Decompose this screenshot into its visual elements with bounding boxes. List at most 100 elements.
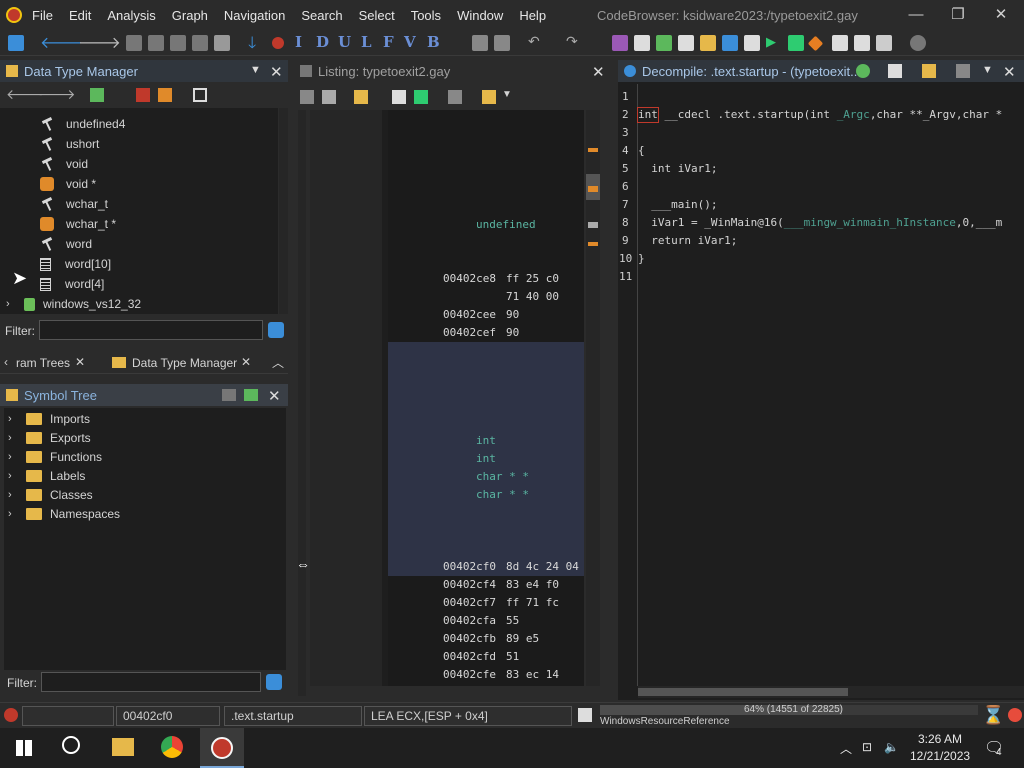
filter-options-icon[interactable] [266, 674, 282, 690]
archive-item[interactable]: › windows_vs12_32 [6, 294, 141, 314]
memory-map-icon[interactable] [634, 35, 650, 51]
patch-icon[interactable] [494, 35, 510, 51]
navigate-icon[interactable] [126, 35, 142, 51]
code-line[interactable]: iVar1 = _WinMain@16(___mingw_winmain_hIn… [638, 216, 1002, 229]
data-type-item[interactable]: word [40, 234, 92, 254]
toggle-header-icon[interactable] [414, 90, 428, 104]
magnifier-icon[interactable] [910, 35, 926, 51]
minimize-button[interactable]: — [905, 4, 927, 26]
copy-icon[interactable] [300, 90, 314, 104]
undo-icon[interactable]: ↶ [528, 33, 544, 49]
folder-icon[interactable] [700, 35, 716, 51]
chevron-up-icon[interactable]: ︿ [272, 354, 284, 371]
tab-program-trees[interactable]: ram Trees [16, 356, 70, 370]
error-icon[interactable] [1008, 708, 1022, 722]
address[interactable]: 00402cfd [443, 650, 496, 663]
refresh-icon[interactable] [656, 35, 672, 51]
data-type-item[interactable]: undefined4 [40, 114, 125, 134]
horizontal-scrollbar[interactable] [638, 686, 1024, 698]
close-window-button[interactable]: ✕ [990, 4, 1012, 26]
data-type-item[interactable]: ushort [40, 134, 99, 154]
filter-arrays-icon[interactable] [158, 88, 172, 102]
close-tab-icon[interactable]: ✕ [241, 355, 251, 369]
code-line[interactable]: return iVar1; [638, 234, 737, 247]
code-line[interactable]: } [638, 252, 645, 265]
filter-input[interactable] [41, 672, 261, 692]
edit-icon[interactable] [578, 708, 592, 722]
code-line[interactable]: int iVar1; [638, 162, 717, 175]
toolbar-letter-l[interactable]: L [361, 33, 372, 51]
close-icon[interactable]: ✕ [1003, 63, 1016, 81]
data-type-item[interactable]: word[10] [40, 254, 111, 274]
snapshot-icon[interactable] [448, 90, 462, 104]
menu-navigation[interactable]: Navigation [224, 8, 285, 23]
panel-menu-icon[interactable]: ▼ [982, 64, 993, 76]
code-line[interactable]: ___main(); [638, 198, 717, 211]
address[interactable]: 00402cee [443, 308, 496, 321]
search-icon[interactable] [62, 736, 80, 754]
toolbar-letter-b[interactable]: B [427, 33, 440, 51]
data-type-item[interactable]: wchar_t * [40, 214, 116, 234]
scroll-thumb[interactable] [638, 688, 848, 696]
symbol-item-classes[interactable]: › Classes [8, 485, 93, 505]
toolbar-letter-i[interactable]: I [295, 33, 302, 51]
redo-icon[interactable]: ↷ [566, 33, 582, 49]
tab-data-type-manager[interactable]: Data Type Manager [132, 356, 237, 370]
splitter[interactable] [298, 110, 306, 696]
symbol-item-functions[interactable]: › Functions [8, 447, 102, 467]
stop-icon[interactable] [272, 37, 284, 49]
file-explorer-icon[interactable] [112, 738, 134, 756]
chevron-right-icon[interactable]: › [8, 451, 16, 463]
clock-date[interactable]: 12/21/2023 [910, 749, 970, 763]
close-icon[interactable]: ✕ [268, 387, 281, 405]
collapse-all-icon[interactable] [193, 88, 207, 102]
data-type-item[interactable]: wchar_t [40, 194, 108, 214]
chevron-up-icon[interactable]: ︿ [840, 740, 852, 757]
address[interactable]: 00402cef [443, 326, 496, 339]
scroll-left-icon[interactable]: ‹ [4, 355, 8, 369]
snapshot-icon[interactable] [956, 64, 970, 78]
tree-icon[interactable] [876, 35, 892, 51]
chevron-right-icon[interactable]: › [6, 298, 14, 310]
navigate-icon-5[interactable] [214, 35, 230, 51]
display-options-icon[interactable] [482, 90, 496, 104]
bytes-icon[interactable] [678, 35, 694, 51]
debugger-icon[interactable] [788, 35, 804, 51]
network-icon[interactable]: ⊡ [862, 740, 872, 754]
address[interactable]: 00402cf0 [443, 560, 496, 573]
menu-graph[interactable]: Graph [172, 8, 208, 23]
address[interactable]: 00402cfa [443, 614, 496, 627]
back-arrow-icon[interactable]: 🡐 [40, 32, 83, 52]
menu-window[interactable]: Window [457, 8, 503, 23]
symbol-item-namespaces[interactable]: › Namespaces [8, 504, 120, 524]
filter-options-icon[interactable] [268, 322, 284, 338]
filter-pointers-icon[interactable] [136, 88, 150, 102]
menu-file[interactable]: File [32, 8, 53, 23]
maximize-button[interactable]: ❐ [947, 4, 969, 26]
navigate-icon-3[interactable] [170, 35, 186, 51]
run-icon[interactable]: ▶ [766, 34, 782, 50]
toolbar-letter-u[interactable]: U [338, 33, 351, 51]
forward-arrow-icon[interactable]: 🡒 [78, 32, 121, 52]
forward-arrow-icon[interactable]: 🡒 [38, 86, 76, 103]
close-icon[interactable]: ✕ [270, 63, 283, 81]
field-edit-icon[interactable] [392, 90, 406, 104]
chevron-right-icon[interactable]: › [8, 432, 16, 444]
menu-select[interactable]: Select [359, 8, 395, 23]
address[interactable]: 00402cf7 [443, 596, 496, 609]
vertical-scrollbar[interactable] [279, 108, 288, 314]
symbol-item-labels[interactable]: › Labels [8, 466, 85, 486]
copy-icon[interactable] [888, 64, 902, 78]
symbol-item-exports[interactable]: › Exports [8, 428, 91, 448]
windows-start-icon[interactable] [16, 740, 32, 756]
code-line[interactable]: { [638, 144, 645, 157]
data-type-item[interactable]: word[4] [40, 274, 104, 294]
navigate-icon[interactable] [244, 389, 258, 401]
down-arrow-icon[interactable]: 🡓 [248, 32, 264, 52]
chevron-down-icon[interactable]: ▼ [502, 89, 512, 100]
menu-analysis[interactable]: Analysis [107, 8, 155, 23]
toolbar-letter-f[interactable]: F [383, 33, 394, 51]
address[interactable]: 00402cf4 [443, 578, 496, 591]
table-icon[interactable] [832, 35, 848, 51]
toolbar-letter-d[interactable]: D [316, 33, 329, 51]
